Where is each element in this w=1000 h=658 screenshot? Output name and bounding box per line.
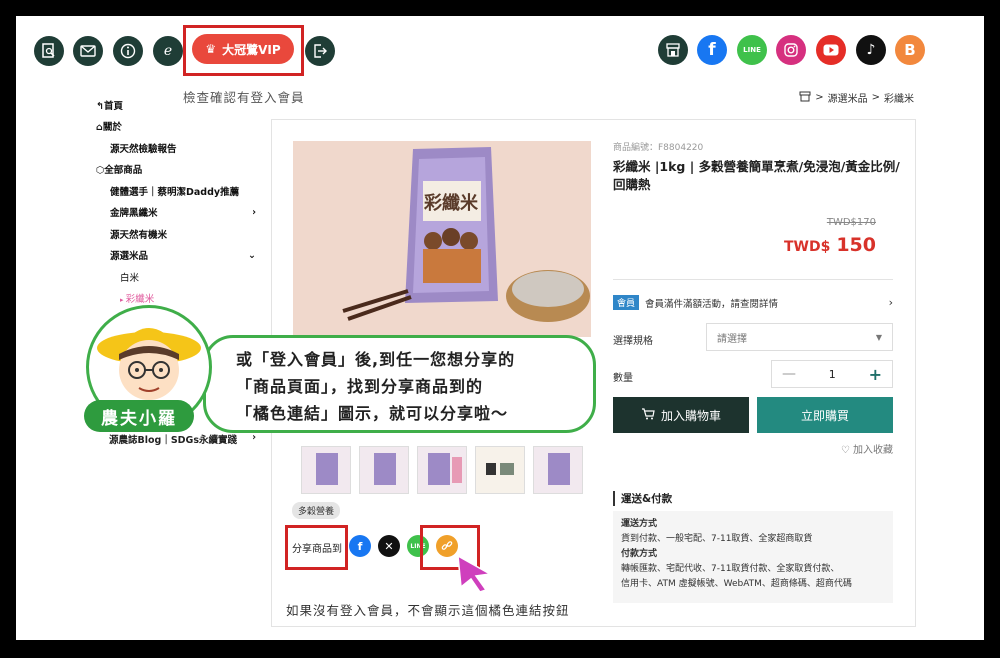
buy-now-button[interactable]: 立即購買 [757,397,893,433]
shipping-method-title: 運送方式 [621,519,658,529]
product-main-image: 彩纖米 [293,141,591,337]
spec-select[interactable]: 請選擇 ▼ [706,323,893,351]
sidebar-item-selected-rice[interactable]: 源選米品 ⌄ [96,245,256,267]
edge-browser-icon[interactable]: e [153,36,183,66]
tiktok-icon[interactable]: ♪ [856,35,886,65]
store-small-icon [799,91,811,105]
payment-method-title: 付款方式 [621,549,658,559]
callout-line: 或「登入會員」後,到任一您想分享的 [236,350,516,369]
payment-method-text: 轉帳匯款、宅配代收、7-11取貨付款、全家取貨付款、 [621,564,840,574]
product-title: 彩纖米 |1kg | 多穀營養簡單烹煮/免浸泡/黃金比例/回購熱 [613,159,900,192]
product-thumbnail[interactable] [301,446,351,494]
add-to-cart-button[interactable]: 加入購物車 [613,397,749,433]
callout-line: 「商品頁面」，找到分享商品到的 [236,377,484,396]
store-icon[interactable] [658,35,688,65]
qty-plus-button[interactable]: + [869,365,882,384]
sidebar-item-fitness[interactable]: 健體選手｜蔡明潔Daddy推薦 [96,180,256,202]
chevron-down-icon: ⌄ [248,249,256,261]
share-label-highlight-box [285,525,348,570]
heart-icon: ♡ [840,445,850,456]
chevron-right-icon: › [252,432,256,443]
share-facebook-icon[interactable]: f [349,535,371,557]
sidebar-item-gold-black[interactable]: 金牌黑纖米 › [96,202,256,224]
svg-text:彩纖米: 彩纖米 [423,192,479,214]
product-thumbnail[interactable] [359,446,409,494]
sidebar-item-color-rice[interactable]: ▸ 彩纖米 [96,288,256,310]
sidebar-item-about[interactable]: ⌂關於 [96,116,256,138]
document-search-icon[interactable] [34,36,64,66]
spec-label: 選擇規格 [613,336,653,347]
page-frame: e ♛ 大冠鷺VIP 檢查確認有登入會員 f LINE ♪ B > 源選米品 >… [16,16,984,640]
qty-value[interactable]: 1 [829,368,836,381]
shipping-method-text: 貨到付款、一般宅配、7-11取貨、全家超商取貨 [621,534,813,544]
member-badge: 會員 [613,295,640,310]
sidebar-item-white-rice[interactable]: 白米 [96,266,256,288]
chevron-right-icon: › [888,296,893,309]
shipping-info-box: 運送方式 貨到付款、一般宅配、7-11取貨、全家超商取貨 付款方式 轉帳匯款、宅… [613,511,893,603]
caret-down-icon: ▼ [875,332,882,342]
instruction-callout: 或「登入會員」後,到任一您想分享的 「商品頁面」，找到分享商品到的 「橘色連結」… [203,335,596,433]
member-promo-row[interactable]: 會員 會員滿件滿額活動，請查閱詳情 › [613,295,893,310]
breadcrumb-item[interactable]: 彩纖米 [884,90,914,105]
price-currency: TWD$ [783,239,831,255]
qty-minus-button[interactable]: — [782,366,796,382]
info-icon[interactable] [113,36,143,66]
quantity-stepper[interactable]: — 1 + [771,360,893,388]
sidebar-item-all-products[interactable]: ⬡全部商品 [96,159,256,181]
no-login-note: 如果沒有登入會員，不會顯示這個橘色連結按鈕 [286,603,570,618]
farmer-name-badge: 農夫小羅 [84,400,194,432]
price-value: 150 [836,234,876,256]
sidebar-item-blog[interactable]: 源農誌Blog｜SDGs永續實踐 › [109,432,256,446]
shipping-heading: 運送&付款 [613,491,672,506]
blogger-icon[interactable]: B [895,35,925,65]
breadcrumb-item[interactable]: 源選米品 [828,90,868,105]
divider [613,279,893,280]
callout-line: 「橘色連結」圖示，就可以分享啦～ [236,404,509,423]
add-to-cart-label: 加入購物車 [660,408,721,423]
sale-price: TWD$ 150 [784,234,876,256]
pointer-arrow-icon [456,554,496,598]
facebook-icon[interactable]: f [697,35,727,65]
home-icon: ⌂ [96,122,103,134]
cart-icon [641,407,655,423]
sidebar-item-organic[interactable]: 源天然有機米 [96,223,256,245]
product-thumbnail[interactable] [475,446,525,494]
instagram-icon[interactable] [776,35,806,65]
logout-icon[interactable] [305,36,335,66]
product-thumbnail[interactable] [417,446,467,494]
sidebar-item-report[interactable]: 源天然檢驗報告 [96,137,256,159]
member-promo-text: 會員滿件滿額活動，請查閱詳情 [645,298,779,310]
youtube-icon[interactable] [816,35,846,65]
payment-method-text: 信用卡、ATM 虛擬帳號、WebATM、超商條碼、超商代碼 [621,579,852,589]
vip-highlight-box [183,25,304,76]
mail-icon[interactable] [73,36,103,66]
back-arrow-icon: ↰ [96,100,104,112]
line-icon[interactable]: LINE [737,35,767,65]
product-thumbnail[interactable] [533,446,583,494]
product-sku: 商品編號：F8804220 [613,143,704,153]
original-price: TWD$170 [826,217,876,228]
qty-label: 數量 [613,373,633,384]
buy-now-label: 立即購買 [800,408,849,423]
product-tag[interactable]: 多穀營養 [292,502,341,519]
chevron-right-icon: › [252,206,256,218]
share-x-icon[interactable]: ✕ [378,535,400,557]
sidebar-item-home[interactable]: ↰首頁 [96,94,256,116]
spec-select-value: 請選擇 [717,333,747,345]
sidebar: ↰首頁 ⌂關於 源天然檢驗報告 ⬡全部商品 健體選手｜蔡明潔Daddy推薦 金牌… [96,94,256,309]
breadcrumb: > 源選米品 > 彩纖米 [799,90,914,105]
add-favorite-link[interactable]: ♡ 加入收藏 [841,441,893,456]
